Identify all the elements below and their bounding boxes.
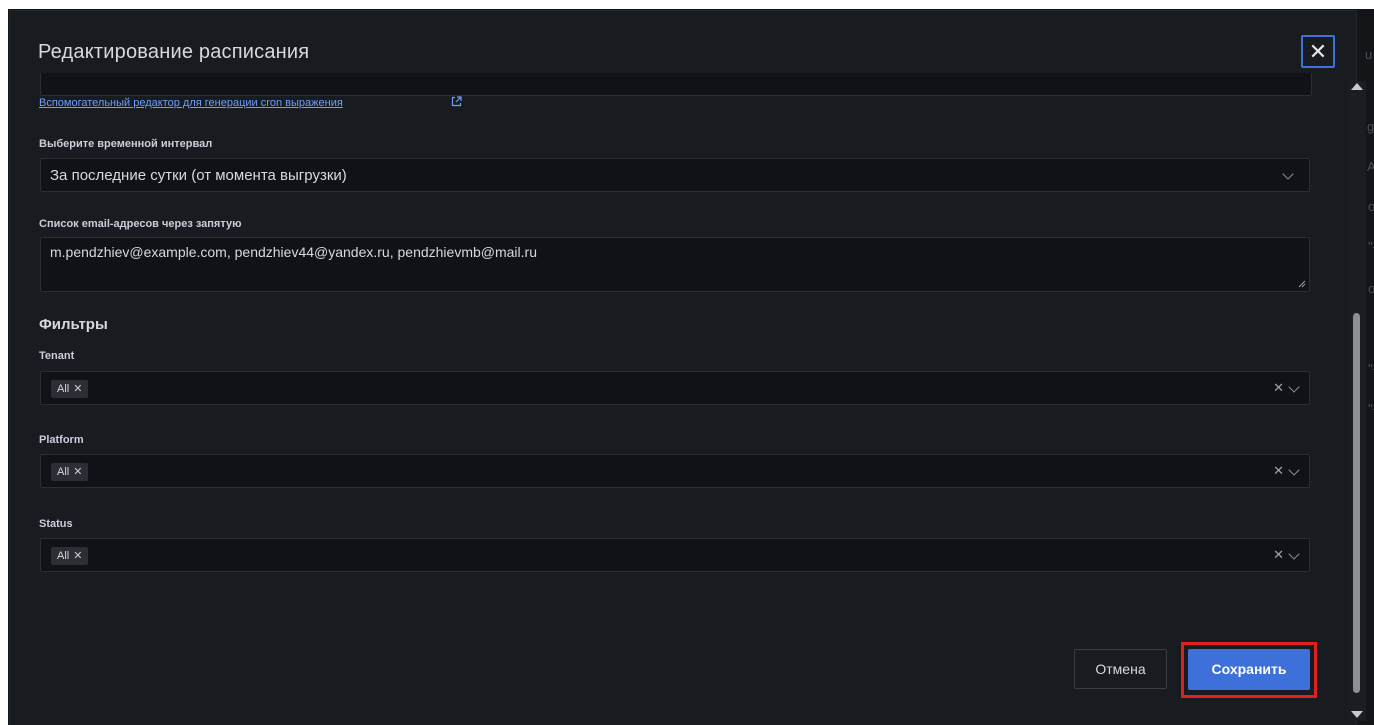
clear-icon[interactable]: ✕ bbox=[1273, 380, 1284, 396]
background-text-fragment: gr bbox=[1367, 119, 1374, 134]
chevron-down-icon[interactable] bbox=[1288, 464, 1300, 476]
background-text-fragment: u bbox=[1365, 47, 1373, 62]
interval-label: Выберите временной интервал bbox=[39, 138, 213, 150]
clear-icon[interactable]: ✕ bbox=[1273, 547, 1284, 563]
emails-label: Список email-адресов через запятую bbox=[39, 218, 242, 230]
filter-label-platform: Platform bbox=[39, 434, 84, 446]
close-button[interactable]: ✕ bbox=[1301, 35, 1335, 68]
emails-textarea-value: m.pendzhiev@example.com, pendzhiev44@yan… bbox=[50, 244, 537, 260]
scroll-up-arrow-icon[interactable] bbox=[1351, 83, 1363, 90]
emails-textarea[interactable]: m.pendzhiev@example.com, pendzhiev44@yan… bbox=[40, 237, 1310, 292]
scrollbar-thumb[interactable] bbox=[1353, 313, 1360, 693]
status-multiselect[interactable]: All ✕ ✕ bbox=[40, 538, 1310, 572]
close-icon: ✕ bbox=[1308, 39, 1328, 64]
cancel-button[interactable]: Отмена bbox=[1074, 649, 1167, 689]
background-text-fragment: "- bbox=[1368, 401, 1374, 416]
background-text-fragment: "- bbox=[1368, 239, 1374, 254]
external-link-icon[interactable] bbox=[450, 95, 463, 108]
filter-label-tenant: Tenant bbox=[39, 350, 75, 362]
scroll-down-arrow-icon[interactable] bbox=[1351, 711, 1363, 718]
clear-icon[interactable]: ✕ bbox=[1273, 463, 1284, 479]
status-chip: All ✕ bbox=[51, 547, 89, 565]
background-text-fragment: "- bbox=[1368, 361, 1374, 376]
cron-expression-input[interactable] bbox=[40, 73, 1312, 96]
chip-label: All bbox=[57, 466, 70, 478]
cron-helper-link[interactable]: Вспомогательный редактор для генерации c… bbox=[39, 97, 343, 109]
background-text-fragment: Al bbox=[1367, 159, 1374, 174]
chevron-down-icon[interactable] bbox=[1288, 548, 1300, 560]
tenant-chip: All ✕ bbox=[51, 380, 89, 398]
chip-remove-icon[interactable]: ✕ bbox=[73, 463, 82, 481]
background-text-fragment: o bbox=[1368, 199, 1374, 214]
tenant-multiselect[interactable]: All ✕ ✕ bbox=[40, 371, 1310, 405]
chip-remove-icon[interactable]: ✕ bbox=[73, 380, 82, 398]
chip-remove-icon[interactable]: ✕ bbox=[73, 547, 82, 565]
chevron-down-icon[interactable] bbox=[1282, 168, 1294, 180]
background-text-fragment: o bbox=[1368, 281, 1374, 296]
interval-select[interactable]: За последние сутки (от момента выгрузки) bbox=[40, 158, 1310, 192]
modal-title: Редактирование расписания bbox=[38, 41, 310, 63]
interval-select-value: За последние сутки (от момента выгрузки) bbox=[50, 167, 347, 184]
resize-handle-icon[interactable] bbox=[1297, 279, 1306, 288]
chevron-down-icon[interactable] bbox=[1288, 381, 1300, 393]
chip-label: All bbox=[57, 550, 70, 562]
platform-multiselect[interactable]: All ✕ ✕ bbox=[40, 454, 1310, 488]
edit-schedule-modal: Редактирование расписания ✕ Вспомогатель… bbox=[10, 11, 1366, 725]
filter-label-status: Status bbox=[39, 518, 73, 530]
save-button[interactable]: Сохранить bbox=[1188, 649, 1310, 690]
platform-chip: All ✕ bbox=[51, 463, 89, 481]
filters-title: Фильтры bbox=[39, 316, 108, 333]
chip-label: All bbox=[57, 383, 70, 395]
